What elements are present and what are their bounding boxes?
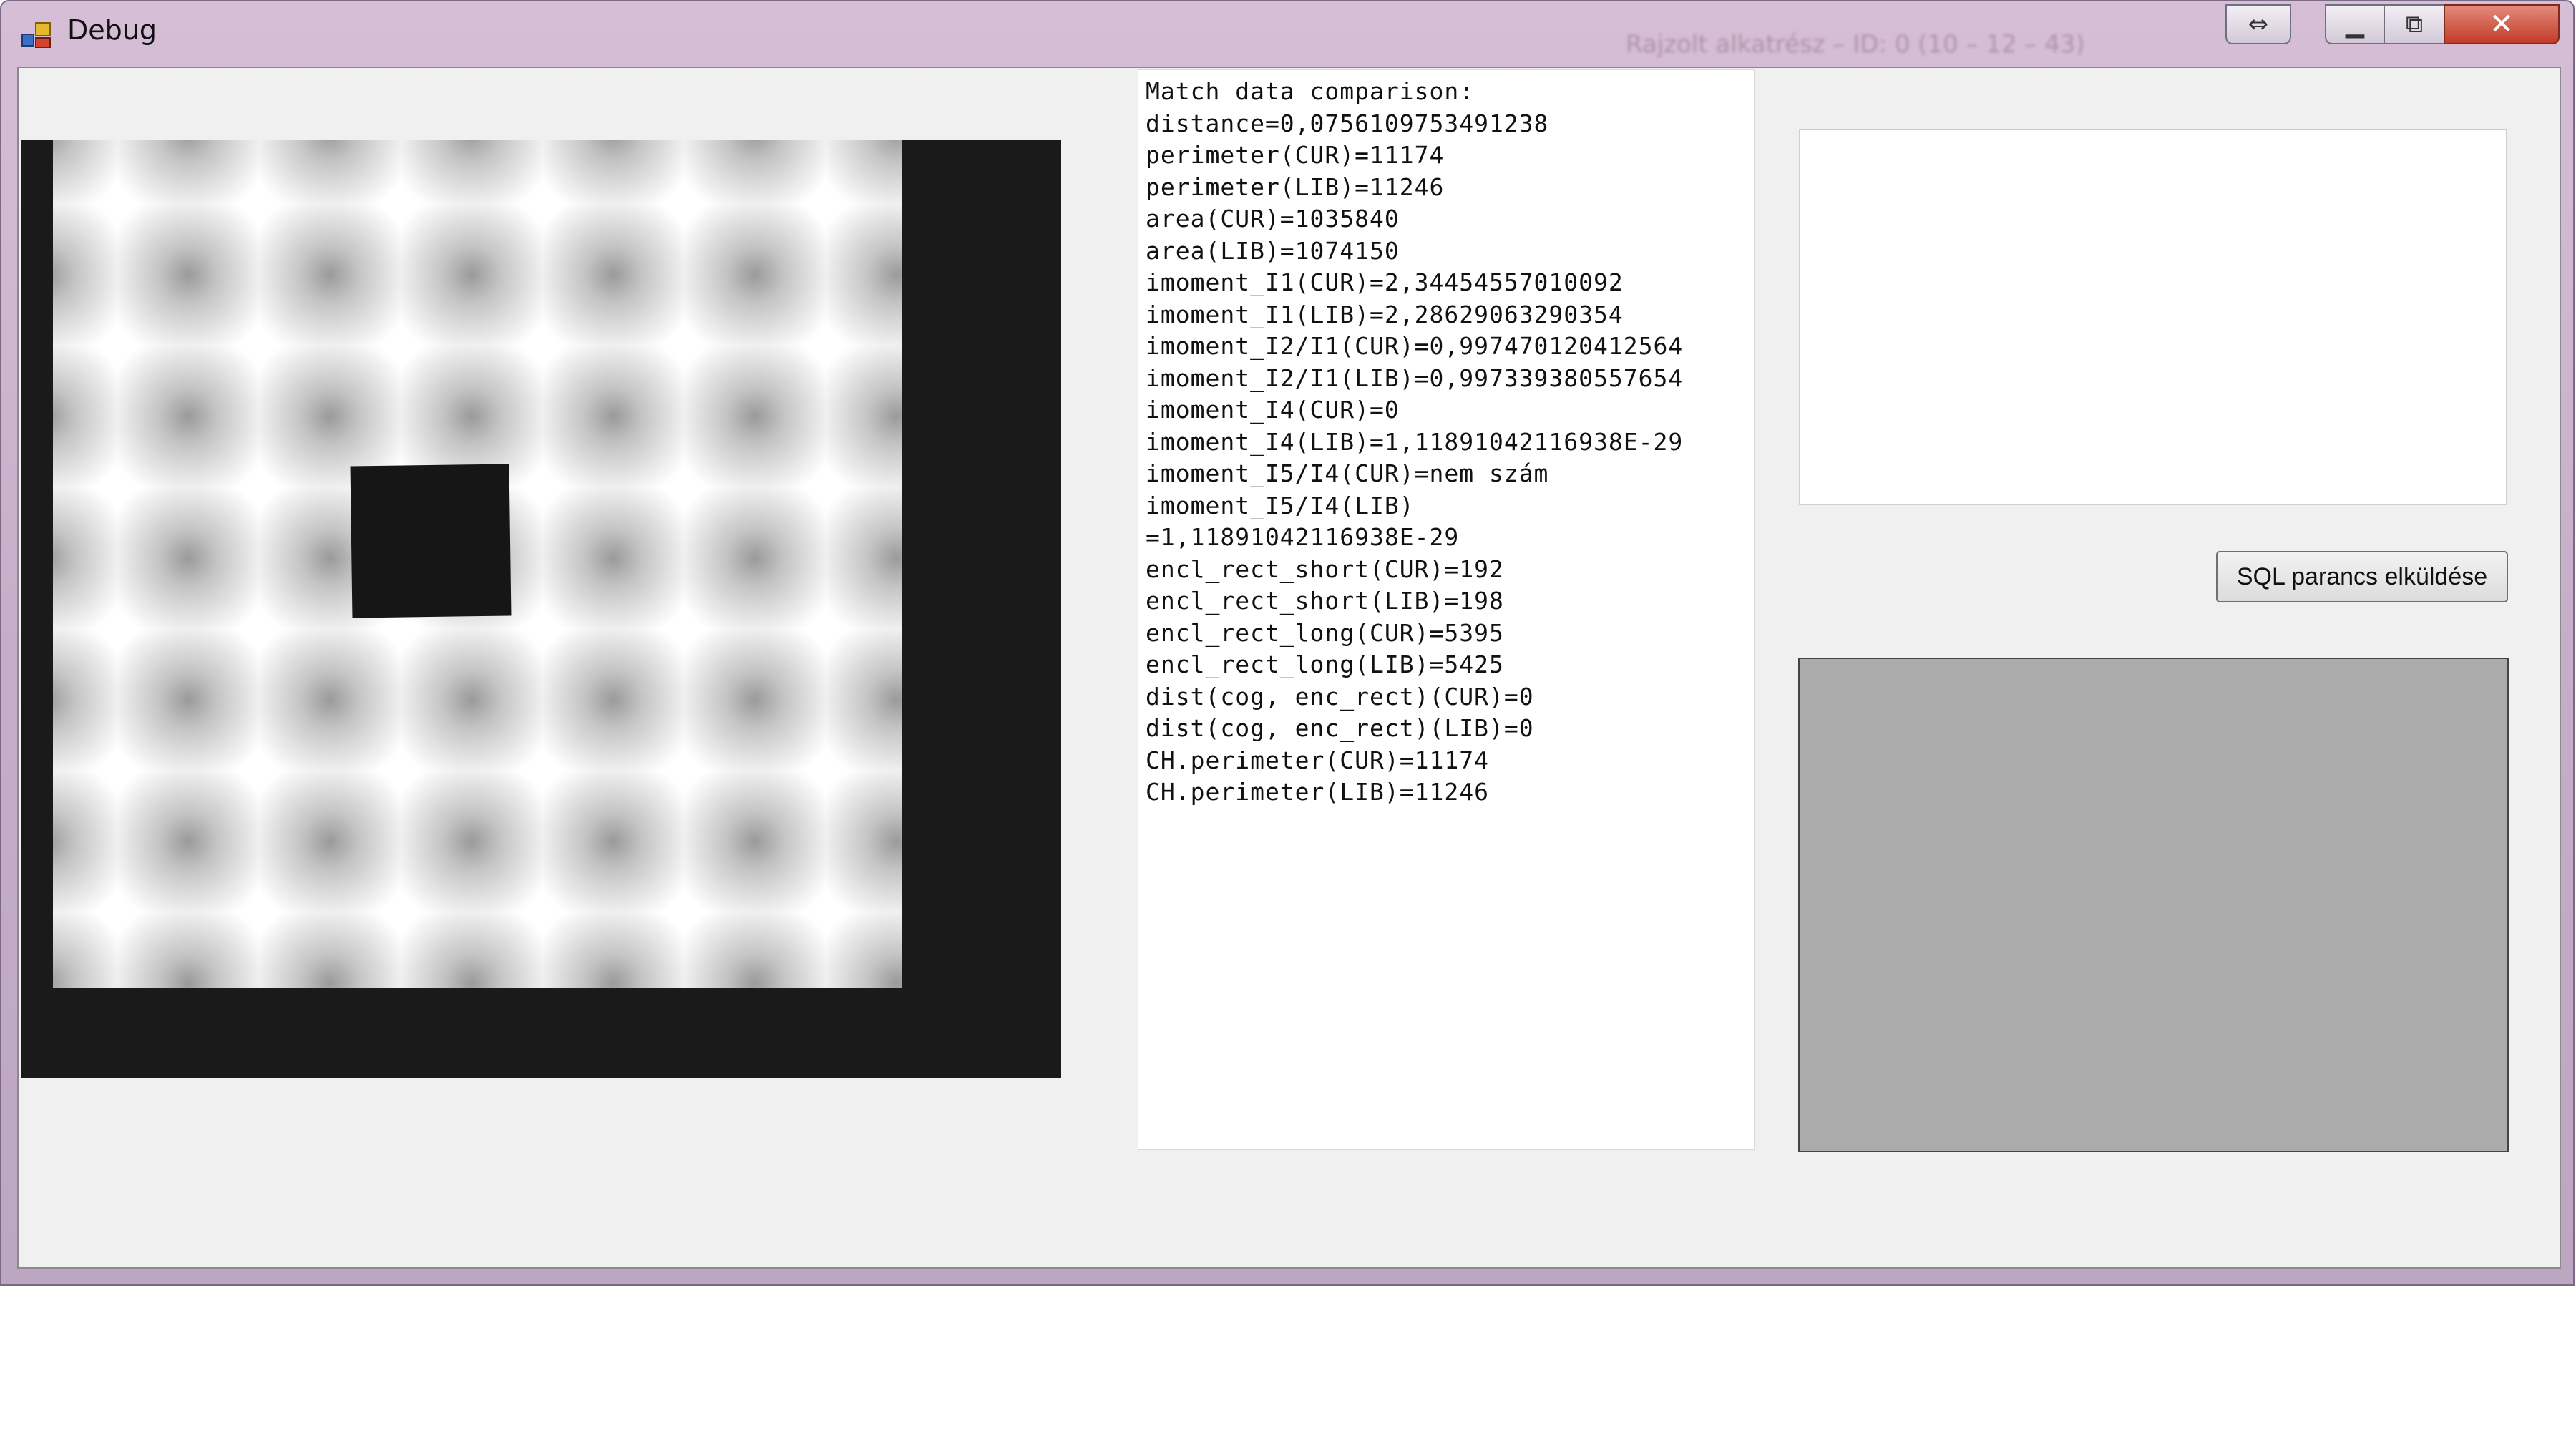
client-area: Match data comparison: distance=0,0756109…	[17, 67, 2561, 1269]
match-data-line: imoment_I5/I4(CUR)=nem szám	[1146, 459, 1549, 487]
match-data-line: CH.perimeter(LIB)=11246	[1146, 778, 1489, 806]
sql-command-input[interactable]	[1799, 129, 2507, 505]
match-data-line: imoment_I4(LIB)=1,11891042116938E-29	[1146, 427, 1684, 456]
window-title: Debug	[67, 14, 157, 46]
swap-icon[interactable]: ⇔	[2225, 4, 2291, 44]
match-data-line: imoment_I1(LIB)=2,28629063290354	[1146, 300, 1624, 328]
match-data-line: imoment_I2/I1(LIB)=0,997339380557654	[1146, 364, 1684, 392]
match-data-line: imoment_I4(CUR)=0	[1146, 396, 1400, 424]
match-data-line: =1,11891042116938E-29	[1146, 523, 1460, 551]
faded-background-title: Rajzolt alkatrész – ID: 0 (10 – 12 – 43)	[1626, 30, 2085, 59]
debug-window: Debug Rajzolt alkatrész – ID: 0 (10 – 12…	[0, 0, 2575, 1286]
close-button[interactable]: ✕	[2444, 4, 2560, 44]
match-data-line: encl_rect_short(LIB)=198	[1146, 587, 1504, 615]
image-preview	[21, 140, 1061, 1078]
match-data-line: distance=0,0756109753491238	[1146, 109, 1549, 137]
match-data-line: encl_rect_long(CUR)=5395	[1146, 618, 1504, 647]
match-data-line: encl_rect_long(LIB)=5425	[1146, 650, 1504, 678]
match-data-line: area(CUR)=1035840	[1146, 205, 1400, 233]
app-icon	[21, 22, 51, 48]
title-bar[interactable]: Debug Rajzolt alkatrész – ID: 0 (10 – 12…	[1, 1, 2573, 64]
minimize-button[interactable]: ▁	[2325, 4, 2385, 44]
match-data-textbox[interactable]: Match data comparison: distance=0,0756109…	[1138, 69, 1755, 1150]
match-data-line: encl_rect_short(CUR)=192	[1146, 555, 1504, 583]
match-data-line: imoment_I2/I1(CUR)=0,997470120412564	[1146, 332, 1684, 360]
send-sql-button[interactable]: SQL parancs elküldése	[2216, 551, 2508, 602]
match-data-line: imoment_I1(CUR)=2,34454557010092	[1146, 268, 1624, 296]
restore-button[interactable]: ⧉	[2384, 4, 2445, 44]
match-data-line: perimeter(CUR)=11174	[1146, 141, 1445, 169]
match-data-line: perimeter(LIB)=11246	[1146, 172, 1445, 201]
match-data-line: area(LIB)=1074150	[1146, 236, 1400, 265]
match-data-line: CH.perimeter(CUR)=11174	[1146, 746, 1489, 774]
dark-square-shape	[350, 464, 512, 618]
match-data-line: imoment_I5/I4(LIB)	[1146, 491, 1415, 519]
match-data-lines: Match data comparison: distance=0,0756109…	[1146, 76, 1747, 809]
match-data-line: dist(cog, enc_rect)(CUR)=0	[1146, 682, 1534, 711]
match-data-line: Match data comparison:	[1146, 77, 1475, 105]
match-data-line: dist(cog, enc_rect)(LIB)=0	[1146, 714, 1534, 742]
result-panel	[1798, 658, 2509, 1152]
